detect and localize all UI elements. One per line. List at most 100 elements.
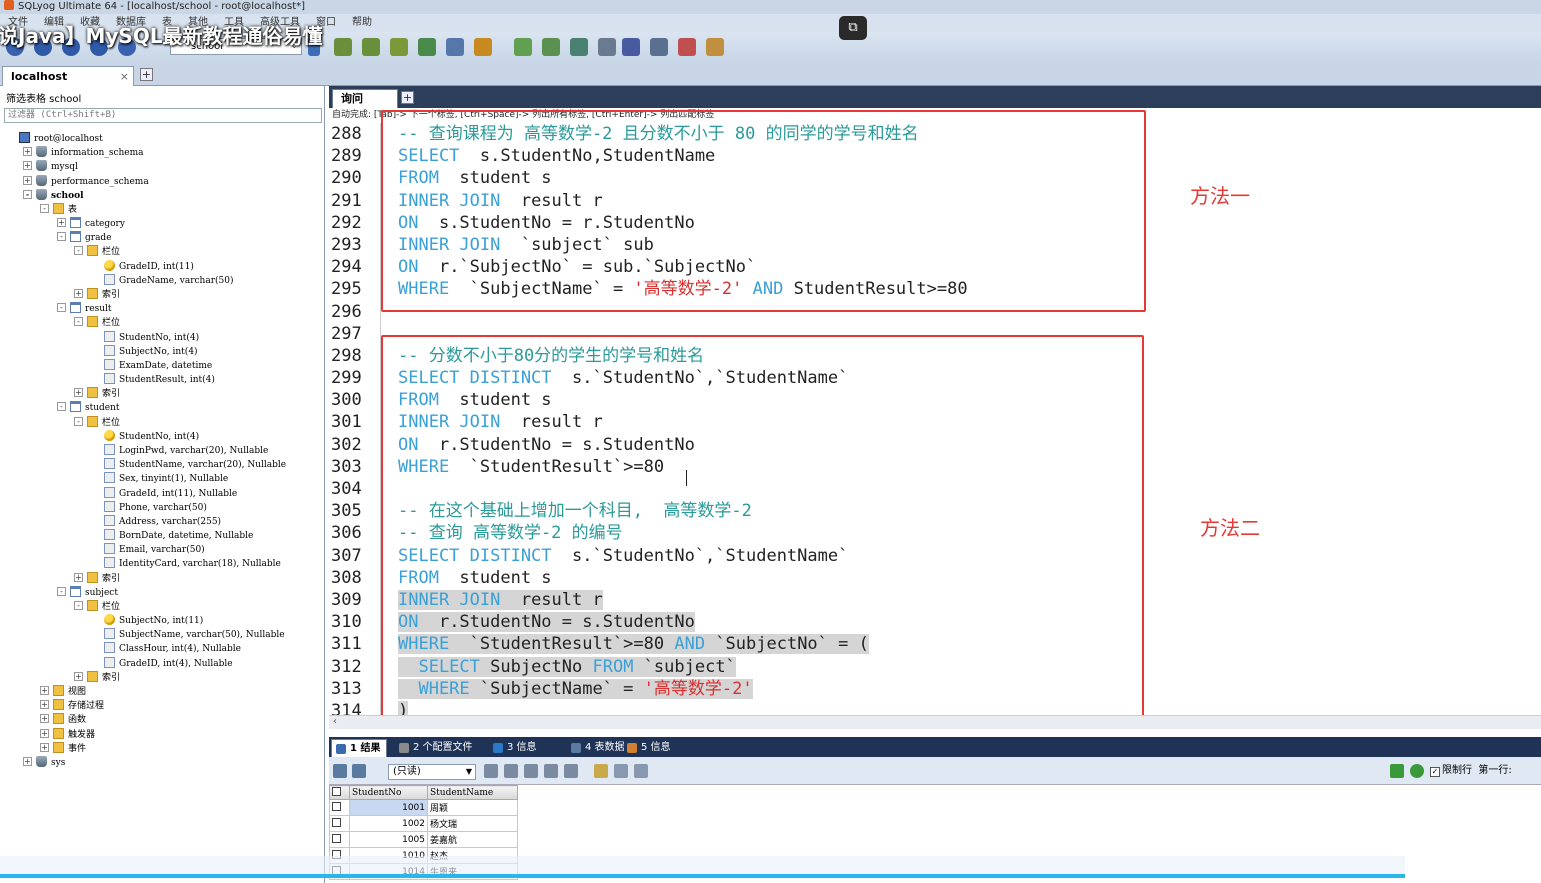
notification-icon[interactable] (650, 38, 668, 56)
tree-item[interactable]: StudentNo, int(4) (91, 330, 199, 345)
collapse-icon[interactable]: - (74, 416, 83, 426)
limit-rows-checkbox[interactable]: ✓ (1430, 767, 1440, 777)
expand-icon[interactable]: + (40, 700, 49, 710)
tree-item[interactable]: Address, varchar(255) (91, 514, 221, 529)
collapse-icon[interactable]: - (23, 189, 32, 199)
tree-item[interactable]: + 触发器 (40, 727, 95, 742)
tree-item[interactable]: StudentName, varchar(20), Nullable (91, 458, 286, 472)
collapse-icon[interactable]: - (57, 402, 66, 412)
sync-icon[interactable] (514, 38, 532, 56)
schema-icon[interactable] (474, 38, 492, 56)
expand-icon[interactable]: + (57, 218, 66, 228)
select-all-header[interactable] (329, 785, 350, 800)
backup-icon[interactable] (334, 38, 352, 56)
collapse-icon[interactable]: - (57, 303, 66, 313)
collapse-icon[interactable]: - (57, 232, 66, 242)
screen-capture-icon[interactable]: ⧉ (839, 16, 867, 40)
tree-item[interactable]: - 栏位 (74, 245, 120, 259)
text-view-icon[interactable] (634, 764, 648, 778)
tree-item[interactable]: - 栏位 (74, 316, 120, 330)
expand-icon[interactable]: + (23, 161, 32, 171)
tree-item[interactable]: StudentResult, int(4) (91, 373, 215, 387)
tree-item[interactable]: + 索引 (74, 387, 120, 401)
tree-item[interactable]: -表 (40, 202, 77, 217)
tree-item[interactable]: LoginPwd, varchar(20), Nullable (91, 443, 268, 458)
close-icon[interactable]: × (120, 67, 129, 86)
form-view-icon[interactable] (614, 764, 628, 778)
result-tab-4[interactable]: 4 表数据 (567, 739, 625, 757)
expand-icon[interactable]: + (74, 572, 83, 582)
row-checkbox[interactable] (332, 817, 341, 827)
collapse-icon[interactable]: - (57, 586, 66, 596)
cell-studentname[interactable]: 杨文瑞 (427, 815, 518, 832)
expand-icon[interactable]: + (23, 756, 32, 766)
table-row[interactable]: 1002 杨文瑞 (329, 815, 518, 832)
delete-row-icon[interactable] (544, 764, 558, 778)
tab-query[interactable]: 询问 (332, 89, 398, 108)
table-row[interactable]: 1001 周颖 (329, 799, 518, 816)
result-tab-5[interactable]: 5 信息 (623, 739, 671, 757)
expand-icon[interactable]: + (40, 714, 49, 724)
readonly-select[interactable]: (只读) ▼ (388, 764, 476, 780)
row-checkbox[interactable] (332, 833, 341, 843)
cell-studentno[interactable]: 1001 (349, 799, 428, 816)
duplicate-row-icon[interactable] (504, 764, 518, 778)
column-header-studentno[interactable]: StudentNo (349, 785, 428, 800)
restore-icon[interactable] (362, 38, 380, 56)
collapse-icon[interactable]: - (74, 317, 83, 327)
tree-item[interactable]: + performance_schema (23, 174, 149, 189)
tree-item[interactable]: + category (57, 217, 125, 231)
tree-item[interactable]: BornDate, datetime, Nullable (91, 529, 253, 543)
schema-designer-icon[interactable] (570, 38, 588, 56)
tree-item[interactable]: + 索引 (74, 571, 120, 586)
tree-item[interactable]: Phone, varchar(50) (91, 500, 207, 515)
expand-icon[interactable]: + (40, 686, 49, 696)
tree-item[interactable]: GradeId, int(11), Nullable (91, 486, 237, 501)
expand-icon[interactable]: + (23, 175, 32, 185)
tree-item[interactable]: ExamDate, datetime (91, 358, 212, 373)
tree-item[interactable]: ClassHour, int(4), Nullable (91, 642, 241, 656)
table-row[interactable]: 1005 姜嘉航 (329, 831, 518, 848)
connection-tab-localhost[interactable]: localhost × (2, 66, 134, 86)
result-tab-2[interactable]: 2 个配置文件 (395, 739, 473, 757)
tree-item[interactable]: + 函数 (40, 713, 86, 727)
menu-item-9[interactable]: 帮助 (344, 14, 380, 32)
add-connection-button[interactable]: + (140, 68, 153, 81)
export-icon[interactable] (418, 38, 436, 56)
tree-item[interactable]: SubjectNo, int(11) (91, 614, 203, 628)
filter-icon[interactable] (1390, 764, 1404, 778)
tree-item[interactable]: GradeID, int(4), Nullable (91, 656, 233, 671)
cell-studentno[interactable]: 1002 (349, 815, 428, 832)
row-checkbox-cell[interactable] (329, 831, 350, 848)
save-icon[interactable] (524, 764, 538, 778)
select-all-checkbox[interactable] (332, 786, 341, 796)
tree-item[interactable]: SubjectName, varchar(50), Nullable (91, 628, 285, 642)
limit-rows[interactable]: ✓ 限制行 第一行: (1430, 764, 1512, 778)
grid-view-icon[interactable] (594, 764, 608, 778)
result-tab-3[interactable]: 3 信息 (489, 739, 537, 757)
tree-item[interactable]: - subject (57, 585, 118, 600)
tree-item[interactable]: - student (57, 401, 120, 415)
row-checkbox-cell[interactable] (329, 815, 350, 832)
tree-item[interactable]: + 索引 (74, 287, 120, 302)
row-checkbox-cell[interactable] (329, 799, 350, 816)
collapse-icon[interactable]: - (40, 203, 49, 213)
add-query-tab-button[interactable]: + (401, 91, 414, 104)
tree-item[interactable]: root@localhost (6, 132, 103, 146)
expand-icon[interactable]: + (74, 388, 83, 398)
table-data-icon[interactable] (446, 38, 464, 56)
scroll-left-icon[interactable]: ‹ (333, 716, 337, 727)
tree-item[interactable]: IdentityCard, varchar(18), Nullable (91, 557, 281, 571)
report-icon[interactable] (678, 38, 696, 56)
expand-icon[interactable]: + (23, 147, 32, 157)
tree-item[interactable]: Sex, tinyint(1), Nullable (91, 472, 228, 486)
import-icon[interactable] (390, 38, 408, 56)
collapse-icon[interactable]: - (74, 600, 83, 610)
insert-row-icon[interactable] (484, 764, 498, 778)
cell-studentno[interactable]: 1005 (349, 831, 428, 848)
reset-filter-icon[interactable] (1410, 764, 1424, 778)
cell-studentname[interactable]: 周颖 (427, 799, 518, 816)
history-icon[interactable] (706, 38, 724, 56)
tree-item[interactable]: + 事件 (40, 741, 86, 756)
tree-item[interactable]: + sys (23, 755, 65, 770)
